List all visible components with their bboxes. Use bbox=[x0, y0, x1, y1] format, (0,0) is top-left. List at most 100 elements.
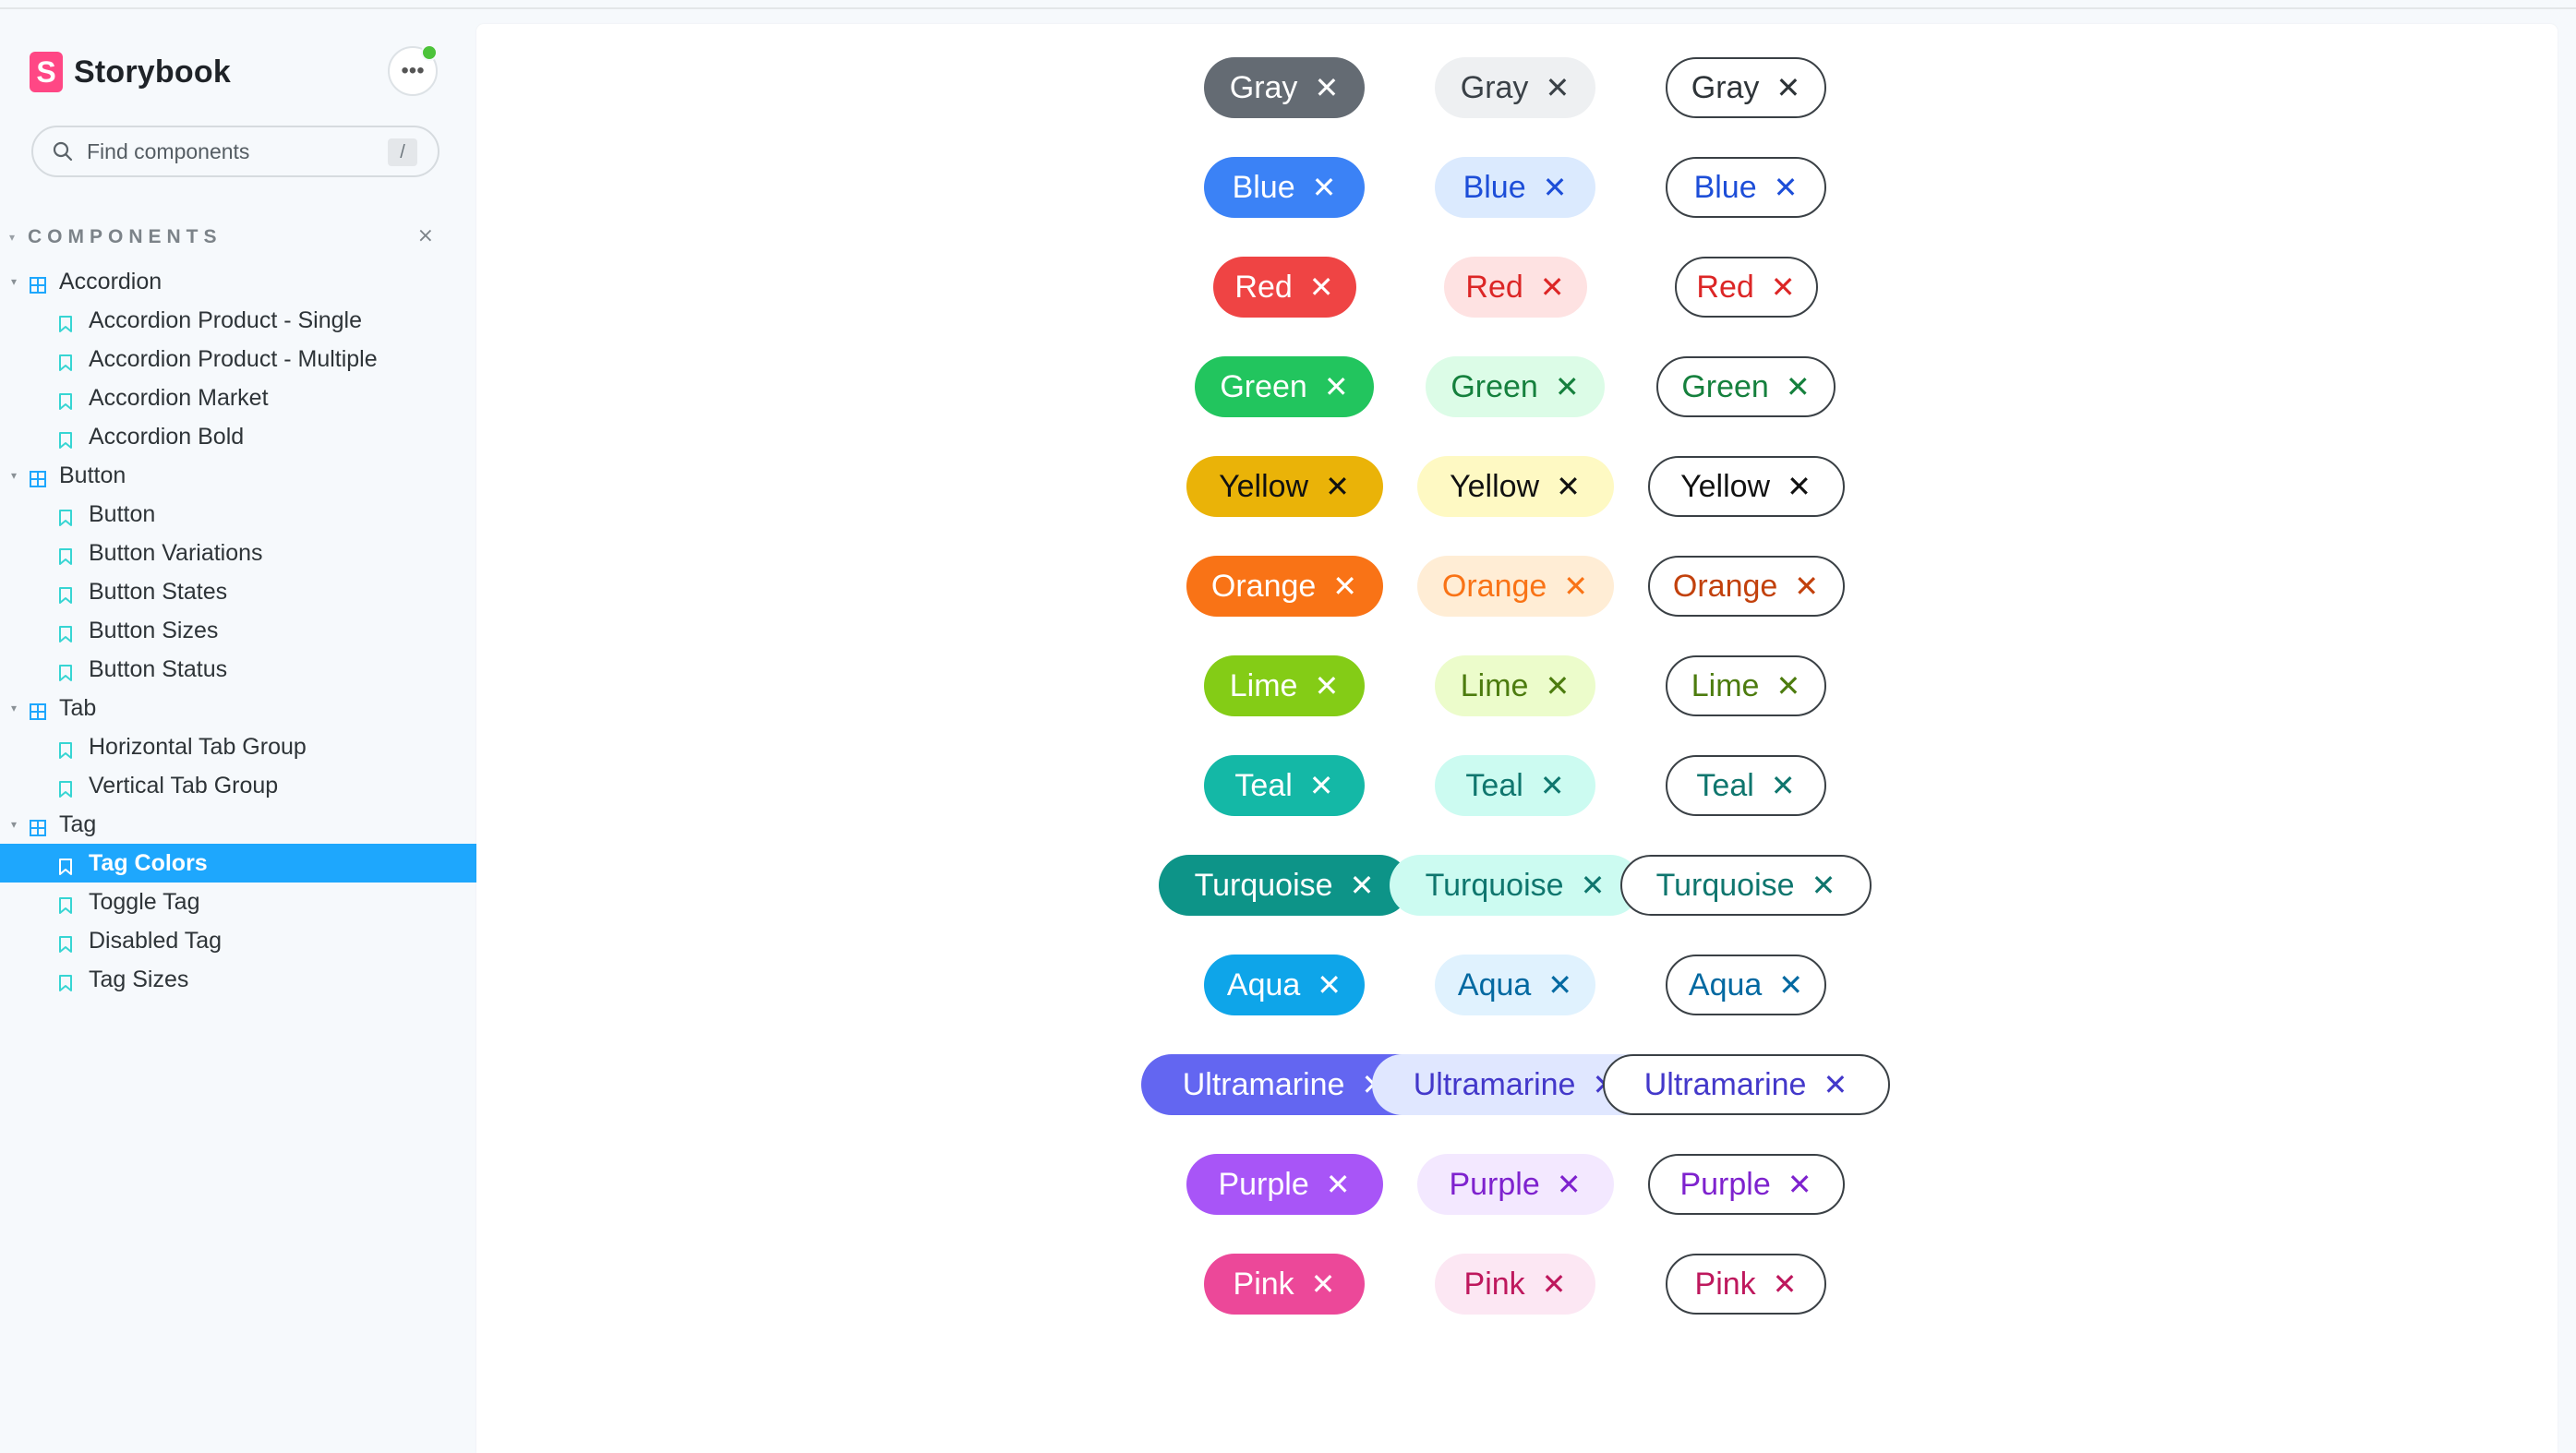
close-icon[interactable]: ✕ bbox=[1545, 73, 1570, 102]
close-icon[interactable]: ✕ bbox=[1540, 771, 1565, 800]
close-icon[interactable]: ✕ bbox=[1812, 871, 1836, 900]
tag-turquoise-light[interactable]: Turquoise ✕ bbox=[1390, 855, 1641, 916]
sidebar-story-horizontal-tab-group[interactable]: Horizontal Tab Group bbox=[0, 727, 476, 766]
close-icon[interactable]: ✕ bbox=[1312, 173, 1337, 202]
tag-orange-outlined[interactable]: Orange ✕ bbox=[1647, 556, 1845, 617]
tag-green-outlined[interactable]: Green ✕ bbox=[1656, 356, 1836, 417]
close-icon[interactable]: ✕ bbox=[1563, 571, 1588, 601]
close-icon[interactable]: ✕ bbox=[1773, 1269, 1798, 1299]
sidebar-story-vertical-tab-group[interactable]: Vertical Tab Group bbox=[0, 766, 476, 805]
sidebar-story-button-states[interactable]: Button States bbox=[0, 572, 476, 611]
close-icon[interactable]: ✕ bbox=[1311, 1269, 1336, 1299]
sidebar-story-button-status[interactable]: Button Status bbox=[0, 650, 476, 689]
tag-aqua-outlined[interactable]: Aqua ✕ bbox=[1666, 955, 1826, 1015]
close-icon[interactable]: ✕ bbox=[1326, 1170, 1351, 1199]
sidebar-story-button-sizes[interactable]: Button Sizes bbox=[0, 611, 476, 650]
brand[interactable]: S Storybook bbox=[30, 48, 231, 96]
tag-gray-outlined[interactable]: Gray ✕ bbox=[1666, 57, 1826, 118]
close-icon[interactable]: ✕ bbox=[1309, 771, 1334, 800]
close-icon[interactable]: ✕ bbox=[1317, 970, 1342, 1000]
sidebar-story-disabled-tag[interactable]: Disabled Tag bbox=[0, 921, 476, 960]
components-section-header[interactable]: ▾ COMPONENTS ⨯ bbox=[9, 223, 443, 251]
tag-green-light[interactable]: Green ✕ bbox=[1426, 356, 1605, 417]
close-icon[interactable]: ✕ bbox=[1774, 173, 1799, 202]
tag-gray-solid[interactable]: Gray ✕ bbox=[1204, 57, 1365, 118]
tag-lime-light[interactable]: Lime ✕ bbox=[1435, 655, 1595, 716]
close-icon[interactable]: ✕ bbox=[1776, 73, 1800, 102]
close-icon[interactable]: ✕ bbox=[1540, 272, 1565, 302]
close-icon[interactable]: ✕ bbox=[1581, 871, 1606, 900]
tag-aqua-light[interactable]: Aqua ✕ bbox=[1435, 955, 1595, 1015]
tag-aqua-solid[interactable]: Aqua ✕ bbox=[1204, 955, 1365, 1015]
sidebar-story-accordion-bold[interactable]: Accordion Bold bbox=[0, 417, 476, 456]
sidebar-group-tab[interactable]: ▾ Tab bbox=[0, 689, 476, 727]
sidebar-story-accordion-product-multiple[interactable]: Accordion Product - Multiple bbox=[0, 340, 476, 378]
close-icon[interactable]: ✕ bbox=[1543, 173, 1568, 202]
search-input[interactable] bbox=[85, 138, 366, 165]
close-icon[interactable]: ✕ bbox=[1332, 571, 1357, 601]
tag-ultramarine-outlined[interactable]: Ultramarine ✕ bbox=[1602, 1054, 1890, 1115]
collapse-all-icon[interactable]: ⨯ bbox=[417, 223, 434, 247]
tag-teal-light[interactable]: Teal ✕ bbox=[1435, 755, 1595, 816]
sidebar-group-tag[interactable]: ▾ Tag bbox=[0, 805, 476, 844]
close-icon[interactable]: ✕ bbox=[1314, 73, 1339, 102]
close-icon[interactable]: ✕ bbox=[1547, 970, 1572, 1000]
sidebar-story-button-variations[interactable]: Button Variations bbox=[0, 534, 476, 572]
close-icon[interactable]: ✕ bbox=[1314, 671, 1339, 701]
search-box[interactable]: / bbox=[31, 126, 439, 177]
sidebar-group-button[interactable]: ▾ Button bbox=[0, 456, 476, 495]
tag-gray-light[interactable]: Gray ✕ bbox=[1435, 57, 1595, 118]
close-icon[interactable]: ✕ bbox=[1794, 571, 1819, 601]
sidebar-group-accordion[interactable]: ▾ Accordion bbox=[0, 262, 476, 301]
sidebar-story-button[interactable]: Button bbox=[0, 495, 476, 534]
tag-turquoise-outlined[interactable]: Turquoise ✕ bbox=[1620, 855, 1872, 916]
sidebar-story-label: Tag Colors bbox=[89, 849, 208, 876]
close-icon[interactable]: ✕ bbox=[1309, 272, 1334, 302]
tag-purple-outlined[interactable]: Purple ✕ bbox=[1647, 1154, 1845, 1215]
close-icon[interactable]: ✕ bbox=[1771, 272, 1796, 302]
tag-orange-light[interactable]: Orange ✕ bbox=[1416, 556, 1614, 617]
tag-pink-solid[interactable]: Pink ✕ bbox=[1204, 1254, 1365, 1315]
close-icon[interactable]: ✕ bbox=[1788, 1170, 1812, 1199]
close-icon[interactable]: ✕ bbox=[1325, 472, 1350, 501]
close-icon[interactable]: ✕ bbox=[1557, 1170, 1582, 1199]
close-icon[interactable]: ✕ bbox=[1776, 671, 1800, 701]
sidebar-story-accordion-product-single[interactable]: Accordion Product - Single bbox=[0, 301, 476, 340]
tag-yellow-outlined[interactable]: Yellow ✕ bbox=[1647, 456, 1845, 517]
close-icon[interactable]: ✕ bbox=[1771, 771, 1796, 800]
close-icon[interactable]: ✕ bbox=[1324, 372, 1349, 402]
tag-yellow-solid[interactable]: Yellow ✕ bbox=[1186, 456, 1383, 517]
tag-turquoise-solid[interactable]: Turquoise ✕ bbox=[1159, 855, 1410, 916]
close-icon[interactable]: ✕ bbox=[1542, 1269, 1567, 1299]
close-icon[interactable]: ✕ bbox=[1556, 472, 1581, 501]
sidebar-story-accordion-market[interactable]: Accordion Market bbox=[0, 378, 476, 417]
close-icon[interactable]: ✕ bbox=[1786, 372, 1811, 402]
tag-teal-outlined[interactable]: Teal ✕ bbox=[1666, 755, 1826, 816]
tag-pink-outlined[interactable]: Pink ✕ bbox=[1666, 1254, 1826, 1315]
tag-lime-outlined[interactable]: Lime ✕ bbox=[1666, 655, 1826, 716]
close-icon[interactable]: ✕ bbox=[1545, 671, 1570, 701]
tag-purple-light[interactable]: Purple ✕ bbox=[1416, 1154, 1614, 1215]
tag-green-solid[interactable]: Green ✕ bbox=[1195, 356, 1374, 417]
tag-red-outlined[interactable]: Red ✕ bbox=[1674, 257, 1818, 318]
tag-blue-outlined[interactable]: Blue ✕ bbox=[1666, 157, 1826, 218]
close-icon[interactable]: ✕ bbox=[1787, 472, 1812, 501]
sidebar-story-tag-sizes[interactable]: Tag Sizes bbox=[0, 960, 476, 999]
tag-blue-light[interactable]: Blue ✕ bbox=[1435, 157, 1595, 218]
tag-blue-solid[interactable]: Blue ✕ bbox=[1204, 157, 1365, 218]
close-icon[interactable]: ✕ bbox=[1778, 970, 1803, 1000]
tag-teal-solid[interactable]: Teal ✕ bbox=[1204, 755, 1365, 816]
tag-yellow-light[interactable]: Yellow ✕ bbox=[1416, 456, 1614, 517]
tag-red-light[interactable]: Red ✕ bbox=[1443, 257, 1587, 318]
tag-red-solid[interactable]: Red ✕ bbox=[1212, 257, 1356, 318]
sidebar-story-tag-colors[interactable]: Tag Colors bbox=[0, 844, 476, 883]
settings-menu-button[interactable]: ••• bbox=[388, 44, 438, 96]
close-icon[interactable]: ✕ bbox=[1823, 1070, 1848, 1099]
close-icon[interactable]: ✕ bbox=[1350, 871, 1375, 900]
tag-orange-solid[interactable]: Orange ✕ bbox=[1186, 556, 1383, 617]
close-icon[interactable]: ✕ bbox=[1555, 372, 1580, 402]
sidebar-story-toggle-tag[interactable]: Toggle Tag bbox=[0, 883, 476, 921]
tag-pink-light[interactable]: Pink ✕ bbox=[1435, 1254, 1595, 1315]
tag-purple-solid[interactable]: Purple ✕ bbox=[1186, 1154, 1383, 1215]
tag-lime-solid[interactable]: Lime ✕ bbox=[1204, 655, 1365, 716]
